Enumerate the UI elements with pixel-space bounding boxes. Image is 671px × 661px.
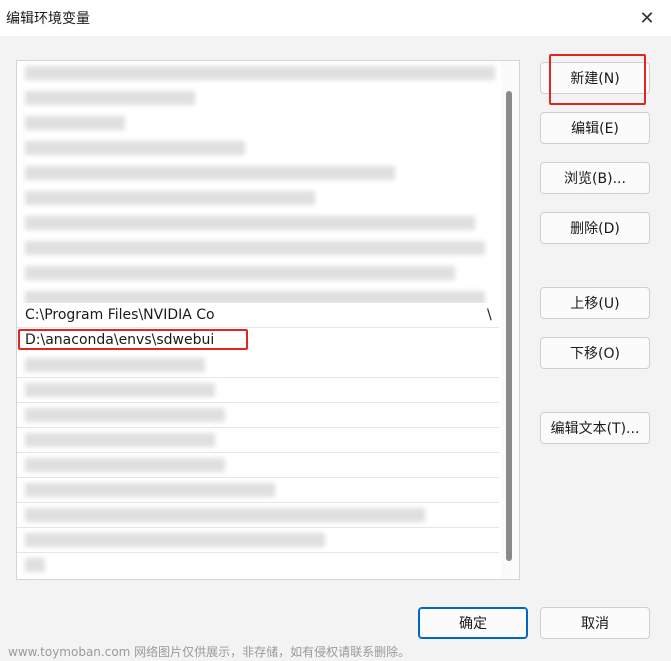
list-item-nvidia[interactable]: C:\Program Files\NVIDIA Co \: [17, 303, 499, 327]
title-bar: 编辑环境变量 ✕: [0, 0, 671, 36]
new-button[interactable]: 新建(N): [540, 62, 650, 94]
list-item[interactable]: [17, 353, 499, 377]
list-item-sdwebui[interactable]: D:\anaconda\envs\sdwebui: [17, 328, 499, 352]
browse-button[interactable]: 浏览(B)...: [540, 162, 650, 194]
ok-button[interactable]: 确定: [418, 607, 528, 639]
list-item[interactable]: [17, 236, 499, 260]
window-title: 编辑环境变量: [6, 11, 90, 27]
list-item[interactable]: [17, 478, 499, 502]
list-item-text: C:\Program Files\NVIDIA Co: [25, 307, 215, 323]
edit-button[interactable]: 编辑(E): [540, 112, 650, 144]
list-item[interactable]: [17, 211, 499, 235]
list-item[interactable]: [17, 61, 499, 85]
list-item[interactable]: [17, 186, 499, 210]
path-list[interactable]: C:\Program Files\NVIDIA Co \ D:\anaconda…: [16, 60, 520, 580]
list-item[interactable]: [17, 111, 499, 135]
list-item[interactable]: [17, 378, 499, 402]
list-item[interactable]: [17, 161, 499, 185]
move-up-button[interactable]: 上移(U): [540, 287, 650, 319]
move-down-button[interactable]: 下移(O): [540, 337, 650, 369]
cancel-button[interactable]: 取消: [540, 607, 650, 639]
list-item[interactable]: [17, 136, 499, 160]
list-item[interactable]: [17, 403, 499, 427]
watermark-text: www.toymoban.com 网络图片仅供展示，非存储，如有侵权请联系删除。: [8, 645, 411, 659]
close-icon: ✕: [639, 7, 655, 29]
list-item[interactable]: [17, 503, 499, 527]
scrollbar-thumb[interactable]: [506, 91, 512, 561]
delete-button[interactable]: 删除(D): [540, 212, 650, 244]
edit-text-button[interactable]: 编辑文本(T)...: [540, 412, 650, 444]
close-button[interactable]: ✕: [632, 4, 662, 32]
list-item[interactable]: [17, 86, 499, 110]
list-item[interactable]: [17, 553, 499, 577]
list-item[interactable]: [17, 453, 499, 477]
list-item-text: D:\anaconda\envs\sdwebui: [25, 332, 215, 348]
list-item[interactable]: [17, 528, 499, 552]
list-item-trailing: \: [487, 307, 492, 323]
list-item[interactable]: [17, 261, 499, 285]
list-item[interactable]: [17, 428, 499, 452]
